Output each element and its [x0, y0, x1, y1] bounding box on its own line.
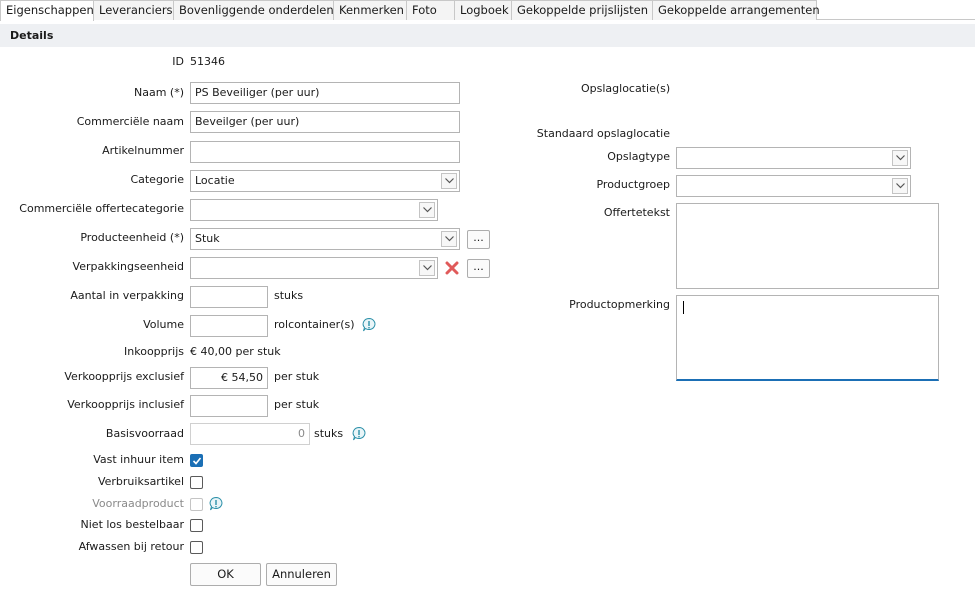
commerciele-naam-label: Commerciële naam: [76, 115, 184, 128]
offertecategorie-label: Commerciële offertecategorie: [19, 202, 184, 215]
artikelnummer-input[interactable]: [190, 141, 460, 163]
productgroep-select[interactable]: [676, 175, 911, 197]
niet-los-checkbox[interactable]: [190, 519, 203, 532]
tab-bovenliggende-onderdelen[interactable]: Bovenliggende onderdelen: [174, 0, 334, 20]
standaard-opslaglocatie-label: Standaard opslaglocatie: [536, 127, 670, 140]
tab-gekoppelde-arrangementen[interactable]: Gekoppelde arrangementen: [653, 0, 820, 20]
volume-input[interactable]: [190, 315, 268, 337]
tab-kenmerken[interactable]: Kenmerken: [334, 0, 407, 20]
tab-eigenschappen[interactable]: Eigenschappen: [0, 0, 94, 21]
aantal-input[interactable]: [190, 286, 268, 308]
vast-inhuur-checkbox[interactable]: [190, 454, 203, 467]
niet-los-label: Niet los bestelbaar: [80, 518, 184, 531]
artikelnummer-label: Artikelnummer: [102, 144, 184, 157]
id-label: ID: [172, 55, 184, 68]
voorraadproduct-label: Voorraadproduct: [92, 497, 184, 510]
tab-bar: Eigenschappen Leveranciers Bovenliggende…: [0, 0, 975, 21]
producteenheid-label: Producteenheid (*): [80, 231, 184, 244]
verpakkingseenheid-ellipsis-button[interactable]: ...: [467, 259, 490, 278]
afwassen-label: Afwassen bij retour: [78, 540, 184, 553]
offertetekst-label: Offertetekst: [603, 206, 670, 219]
checkmark-icon: [192, 457, 202, 465]
verbruiksartikel-checkbox[interactable]: [190, 476, 203, 489]
section-details-header: Details: [0, 24, 975, 47]
chevron-down-icon[interactable]: [441, 231, 457, 247]
cancel-button[interactable]: Annuleren: [266, 563, 337, 586]
basisvoorraad-input: 0: [190, 423, 310, 445]
commerciele-naam-input[interactable]: Beveilger (per uur): [190, 111, 460, 133]
producteenheid-value: Stuk: [195, 232, 220, 245]
chevron-down-icon[interactable]: [892, 178, 908, 194]
chevron-down-icon[interactable]: [419, 202, 435, 218]
naam-input[interactable]: PS Beveiliger (per uur): [190, 82, 460, 104]
inkoopprijs-value: € 40,00 per stuk: [190, 345, 281, 358]
verkoop-incl-input[interactable]: [190, 395, 268, 417]
opslagtype-select[interactable]: [676, 147, 911, 169]
basisvoorraad-unit: stuks: [314, 427, 344, 440]
verkoop-incl-label: Verkoopprijs inclusief: [67, 398, 184, 411]
vast-inhuur-label: Vast inhuur item: [93, 453, 184, 466]
opslaglocaties-label: Opslaglocatie(s): [581, 82, 671, 95]
producteenheid-ellipsis-button[interactable]: ...: [467, 230, 490, 249]
categorie-label: Categorie: [130, 173, 184, 186]
productopmerking-textarea[interactable]: [676, 295, 939, 381]
tab-gekoppelde-prijslijsten[interactable]: Gekoppelde prijslijsten: [512, 0, 653, 20]
offertetekst-textarea[interactable]: [676, 203, 939, 289]
productgroep-label: Productgroep: [596, 178, 670, 191]
categorie-value: Locatie: [195, 174, 235, 187]
verkoop-excl-input[interactable]: € 54,50: [190, 367, 268, 389]
naam-label: Naam (*): [133, 86, 184, 99]
id-value: 51346: [190, 55, 225, 68]
verpakkingseenheid-label: Verpakkingseenheid: [72, 260, 184, 273]
producteenheid-select[interactable]: Stuk: [190, 228, 460, 250]
ok-button[interactable]: OK: [190, 563, 261, 586]
volume-unit: rolcontainer(s): [274, 318, 355, 331]
info-icon[interactable]: [361, 317, 377, 333]
verkoop-incl-unit: per stuk: [274, 398, 320, 411]
categorie-select[interactable]: Locatie: [190, 170, 460, 192]
verpakkingseenheid-select[interactable]: [190, 257, 438, 279]
voorraadproduct-checkbox: [190, 498, 203, 511]
productopmerking-label: Productopmerking: [569, 298, 670, 311]
verkoop-excl-unit: per stuk: [274, 370, 320, 383]
basisvoorraad-label: Basisvoorraad: [105, 427, 184, 440]
inkoopprijs-label: Inkoopprijs: [124, 345, 184, 358]
tab-foto[interactable]: Foto: [407, 0, 455, 20]
tab-logboek[interactable]: Logboek: [455, 0, 512, 20]
volume-label: Volume: [143, 318, 184, 331]
chevron-down-icon[interactable]: [441, 173, 457, 189]
verkoop-excl-label: Verkoopprijs exclusief: [64, 370, 184, 383]
delete-x-icon[interactable]: [445, 261, 459, 275]
offertecategorie-select[interactable]: [190, 199, 438, 221]
info-icon[interactable]: [208, 496, 224, 512]
tab-leveranciers[interactable]: Leveranciers: [94, 0, 174, 20]
aantal-label: Aantal in verpakking: [70, 289, 184, 302]
verbruiksartikel-label: Verbruiksartikel: [97, 475, 184, 488]
opslagtype-label: Opslagtype: [607, 150, 670, 163]
chevron-down-icon[interactable]: [892, 150, 908, 166]
chevron-down-icon[interactable]: [419, 260, 435, 276]
text-caret: [683, 301, 684, 314]
info-icon[interactable]: [351, 426, 367, 442]
afwassen-checkbox[interactable]: [190, 541, 203, 554]
aantal-unit: stuks: [274, 289, 304, 302]
